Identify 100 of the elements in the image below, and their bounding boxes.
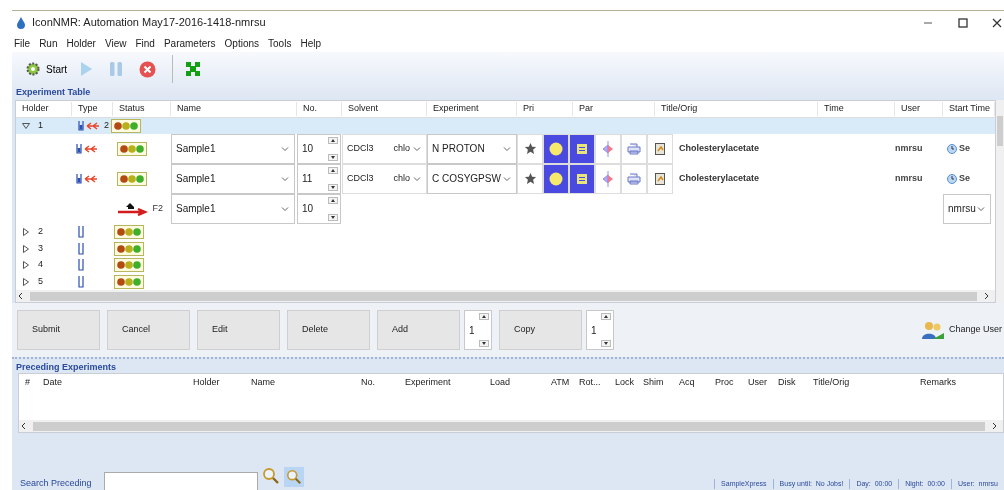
menu-item[interactable]: Holder (66, 35, 96, 51)
column-header[interactable]: No. (297, 102, 342, 116)
start-button[interactable]: Start (20, 57, 72, 81)
experiment-dropdown[interactable]: N PROTON (427, 133, 517, 164)
advanced-search-button[interactable] (283, 467, 304, 487)
action-button[interactable]: Add (377, 310, 460, 350)
name-dropdown[interactable]: Sample1 (171, 133, 295, 164)
column-header[interactable]: Holder (16, 102, 72, 116)
column-header[interactable]: Load (484, 375, 545, 390)
column-header[interactable]: Title/Orig (655, 102, 818, 116)
name-dropdown[interactable]: Sample1 (171, 193, 295, 224)
parameter-button[interactable] (569, 163, 595, 194)
expand-caret-icon[interactable] (22, 244, 30, 253)
action-button[interactable]: Submit (17, 310, 100, 350)
column-header[interactable]: Disk (772, 375, 807, 390)
spin-down-icon[interactable] (328, 153, 338, 161)
column-header[interactable]: Acq (673, 375, 709, 390)
collapse-caret-icon[interactable] (22, 121, 30, 130)
spin-down-icon[interactable] (328, 213, 338, 221)
column-header[interactable]: Time (818, 102, 895, 116)
change-user-button[interactable]: Change User (920, 320, 1004, 340)
column-header[interactable]: Date (37, 375, 187, 390)
number-spinner[interactable]: 11 (297, 163, 341, 194)
spin-up-icon[interactable] (328, 136, 338, 144)
expand-caret-icon[interactable] (22, 261, 30, 270)
menu-item[interactable]: Parameters (163, 35, 216, 51)
spin-up-icon[interactable] (601, 313, 611, 320)
spectrum-button[interactable] (595, 133, 621, 164)
column-header[interactable]: Lock (609, 375, 637, 390)
action-button[interactable]: Edit (197, 310, 280, 350)
column-header[interactable]: User (895, 102, 943, 116)
spin-down-icon[interactable] (601, 340, 611, 347)
column-header[interactable]: Type (72, 102, 113, 116)
search-icon[interactable] (261, 467, 280, 485)
number-spinner[interactable]: 10 (297, 193, 341, 224)
horizontal-scrollbar[interactable] (16, 290, 995, 302)
column-header[interactable]: Par (573, 102, 655, 116)
name-dropdown[interactable]: Sample1 (171, 163, 295, 194)
vertical-scrollbar[interactable] (996, 100, 1004, 303)
solvent-dropdown[interactable]: chlo (393, 171, 422, 186)
spin-down-icon[interactable] (479, 340, 489, 347)
column-header[interactable]: Experiment (427, 102, 517, 116)
maximize-icon[interactable] (958, 17, 968, 28)
menu-item[interactable]: Help (300, 35, 321, 51)
parameter-button[interactable] (543, 163, 569, 194)
experiment-dropdown[interactable]: C COSYGPSW (427, 163, 517, 194)
parameter-button[interactable] (543, 133, 569, 164)
action-button[interactable]: Cancel (107, 310, 190, 350)
column-header[interactable]: Status (113, 102, 171, 116)
column-header[interactable]: Solvent (342, 102, 427, 116)
column-header[interactable]: Experiment (399, 375, 484, 390)
action-button[interactable]: Copy (499, 310, 582, 350)
title-button[interactable] (647, 133, 673, 164)
parameter-button[interactable] (569, 133, 595, 164)
column-header[interactable]: Shim (637, 375, 673, 390)
priority-star-button[interactable] (517, 133, 543, 164)
priority-star-button[interactable] (517, 163, 543, 194)
grid-icon[interactable] (185, 61, 202, 77)
column-header[interactable]: Name (171, 102, 297, 116)
spectrum-button[interactable] (595, 163, 621, 194)
expand-caret-icon[interactable] (22, 227, 30, 236)
column-header[interactable]: Rot... (573, 375, 609, 390)
column-header[interactable]: No. (355, 375, 399, 390)
menu-item[interactable]: Options (224, 35, 260, 51)
spin-up-icon[interactable] (328, 166, 338, 174)
scrollbar-thumb[interactable] (30, 291, 977, 301)
menu-item[interactable]: Run (39, 35, 58, 51)
circle-icon (549, 171, 563, 186)
column-header[interactable]: Name (245, 375, 355, 390)
search-field[interactable] (103, 472, 258, 490)
column-header[interactable]: Holder (187, 375, 245, 390)
column-header[interactable]: # (19, 375, 37, 390)
column-header[interactable]: Pri (517, 102, 573, 116)
scrollbar-thumb[interactable] (33, 421, 985, 431)
column-header[interactable]: ATM (545, 375, 573, 390)
column-header[interactable]: Remarks (914, 375, 994, 390)
menu-item[interactable]: Tools (268, 35, 292, 51)
scrollbar-thumb[interactable] (997, 116, 1003, 146)
title-button[interactable] (647, 163, 673, 194)
column-header[interactable]: Start Time (943, 102, 995, 116)
number-spinner[interactable]: 10 (297, 133, 341, 164)
spin-up-icon[interactable] (479, 313, 489, 320)
action-button[interactable]: Delete (287, 310, 370, 350)
column-header[interactable]: Proc (709, 375, 742, 390)
spin-up-icon[interactable] (328, 196, 338, 204)
user-dropdown[interactable]: nmrsu (943, 193, 991, 224)
count-spinner[interactable]: 1 (464, 310, 492, 350)
column-header[interactable]: User (742, 375, 772, 390)
column-header[interactable]: Title/Orig (807, 375, 914, 390)
menu-item[interactable]: File (14, 35, 31, 51)
expand-caret-icon[interactable] (22, 277, 30, 286)
menu-item[interactable]: View (104, 35, 127, 51)
count-spinner[interactable]: 1 (586, 310, 614, 350)
horizontal-scrollbar[interactable] (19, 420, 1003, 432)
solvent-dropdown[interactable]: chlo (393, 141, 422, 156)
holder-row[interactable]: 1 2 (16, 118, 995, 134)
close-icon[interactable] (992, 17, 1002, 28)
menu-item[interactable]: Find (135, 35, 155, 51)
spin-down-icon[interactable] (328, 183, 338, 191)
stop-icon[interactable] (139, 60, 157, 78)
